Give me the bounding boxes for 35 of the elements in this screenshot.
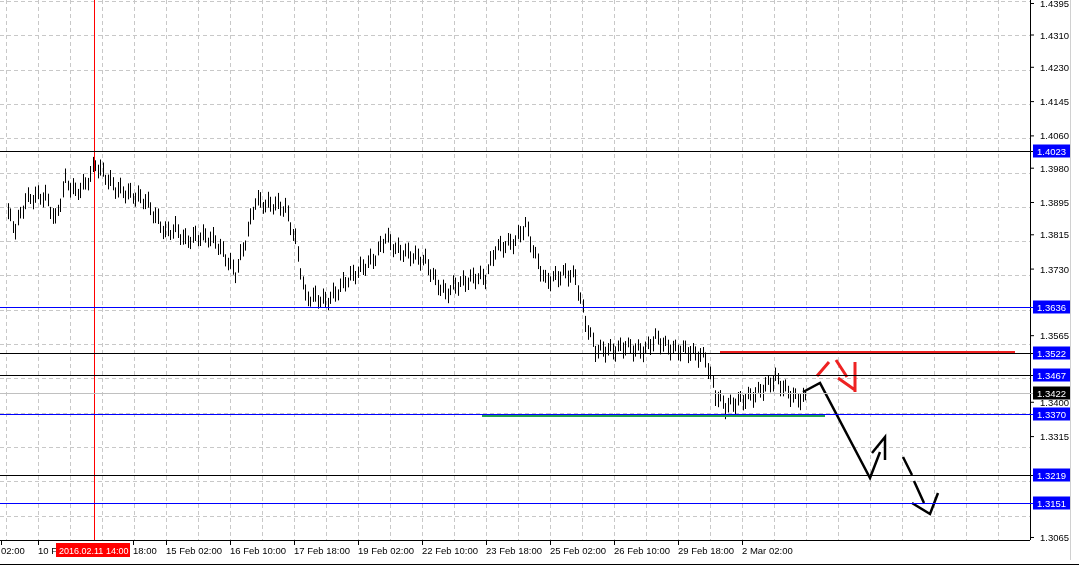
price-axis-label: 1.4060 bbox=[1040, 130, 1070, 142]
price-axis-label: 1.3315 bbox=[1040, 431, 1070, 443]
price-level-line: 1.3636 bbox=[0, 300, 1070, 314]
price-level-line: 1.3370 bbox=[0, 407, 1070, 421]
time-axis-label: 02:00 bbox=[1, 545, 25, 556]
time-axis-label: 29 Feb 18:00 bbox=[678, 545, 734, 556]
reversal-arrow-drawing bbox=[815, 358, 857, 394]
time-axis-label: 17 Feb 18:00 bbox=[294, 545, 350, 556]
price-axis-label: 1.3565 bbox=[1040, 330, 1070, 342]
time-axis-label: 22 Feb 10:00 bbox=[422, 545, 478, 556]
time-axis-label: 2 Mar 02:00 bbox=[742, 545, 793, 556]
price-axis-label: 1.3895 bbox=[1040, 197, 1070, 208]
time-axis-label: 25 Feb 02:00 bbox=[550, 545, 606, 556]
time-axis-label: 18:00 bbox=[133, 545, 157, 556]
price-axis-label: 1.4145 bbox=[1040, 96, 1070, 108]
price-axis-label: 1.4395 bbox=[1040, 0, 1070, 9]
time-axis-label: 23 Feb 18:00 bbox=[486, 545, 542, 556]
price-axis-label: 1.4230 bbox=[1040, 61, 1070, 73]
time-axis-label: 15 Feb 02:00 bbox=[166, 545, 222, 556]
price-axis-label: 1.3730 bbox=[1040, 263, 1070, 275]
time-axis-label: 10 F bbox=[38, 545, 57, 556]
time-axis-label: 16 Feb 10:00 bbox=[230, 545, 286, 556]
price-axis-label: 1.3815 bbox=[1040, 229, 1070, 241]
price-level-line: 1.3522 bbox=[0, 346, 1070, 360]
price-axis-label: 1.3065 bbox=[1040, 532, 1070, 543]
crosshair-date-tag: 2016.02.11 14:00 bbox=[56, 543, 130, 557]
time-axis-label: 26 Feb 10:00 bbox=[614, 545, 670, 556]
price-level-line: 1.3151 bbox=[0, 496, 1070, 510]
price-level-line: 1.3422 bbox=[0, 386, 1070, 400]
price-level-line: 1.3219 bbox=[0, 468, 1070, 482]
price-axis-label: 1.3980 bbox=[1040, 162, 1070, 174]
price-axis-label: 1.4310 bbox=[1040, 29, 1070, 41]
time-axis-label: 19 Feb 02:00 bbox=[358, 545, 414, 556]
price-level-line: 1.3467 bbox=[0, 368, 1070, 382]
price-level-line: 1.4023 bbox=[0, 144, 1070, 158]
